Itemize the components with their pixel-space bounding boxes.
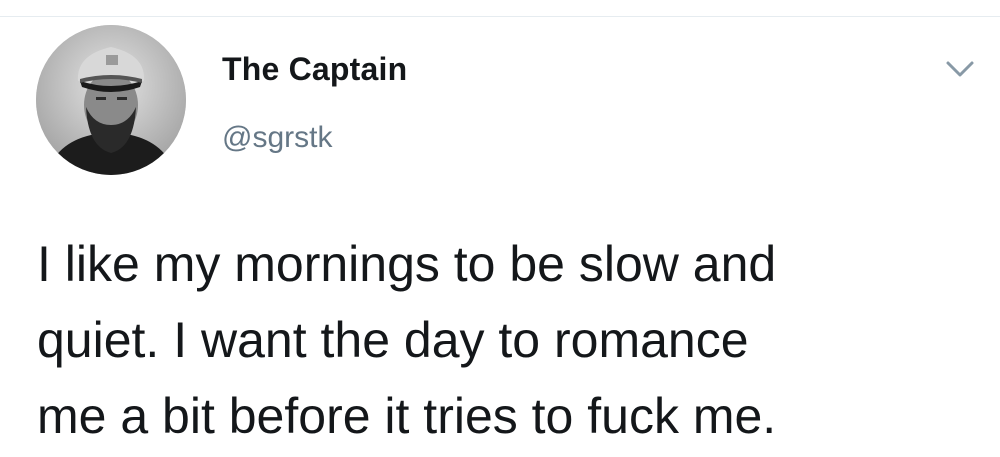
author-name[interactable]: The Captain [222,51,407,88]
avatar-photo [36,25,186,175]
chevron-down-icon[interactable] [944,57,976,81]
author-handle[interactable]: @sgrstk [222,121,332,155]
tweet-text: I like my mornings to be slow and quiet.… [37,236,777,444]
avatar[interactable] [36,25,186,175]
tweet-card: The Captain @sgrstk I like my mornings t… [0,17,1000,457]
top-divider [0,0,1000,17]
